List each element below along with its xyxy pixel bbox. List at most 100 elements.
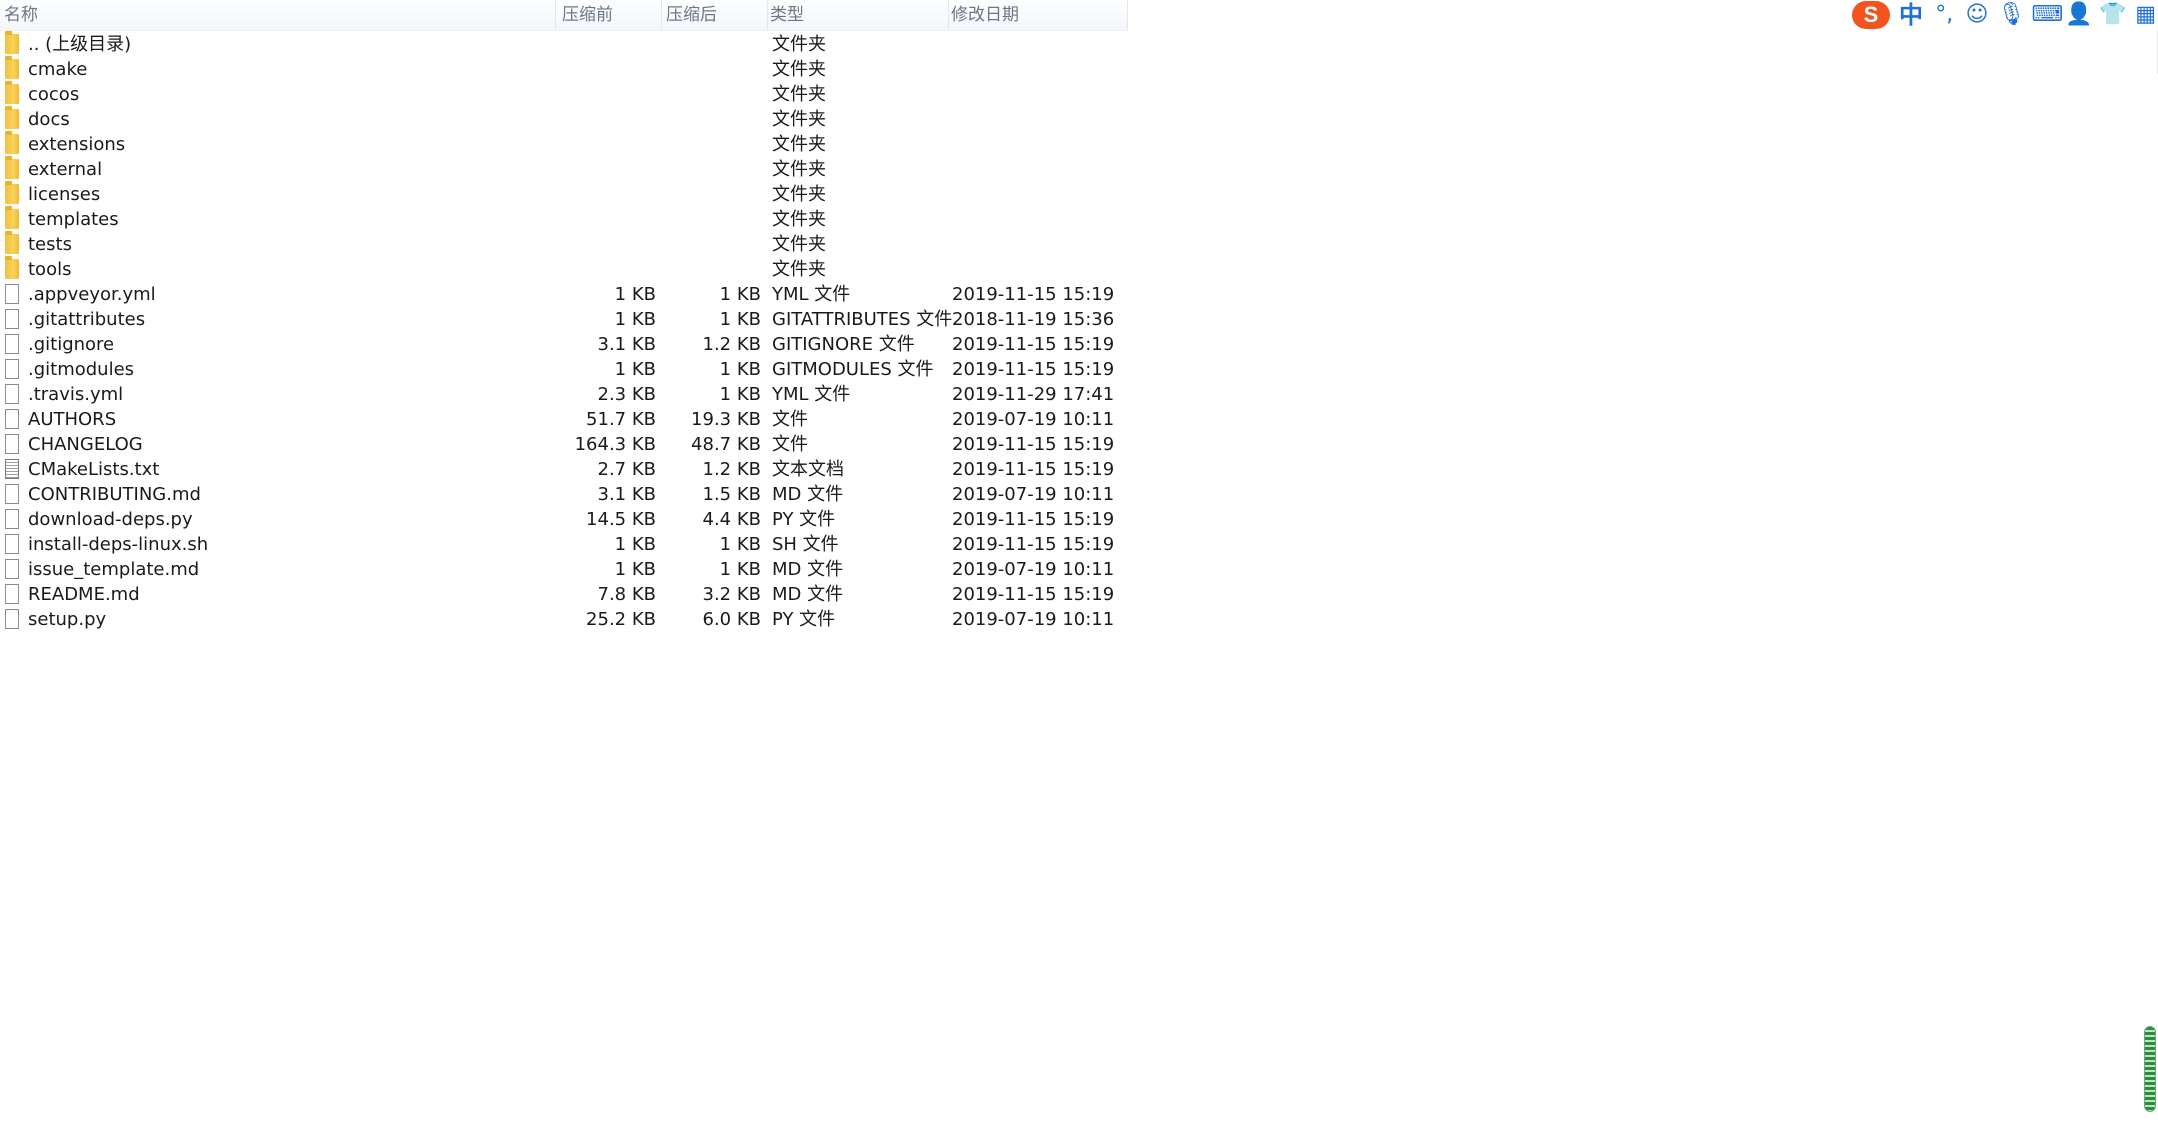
folder-row[interactable]: cocos 文件夹	[0, 81, 1128, 107]
column-header-size-after[interactable]: 压缩后	[662, 0, 768, 30]
row-modified: 2019-11-15 15:19	[952, 359, 1115, 380]
row-icon	[5, 256, 23, 280]
file-rows: .. (上级目录) 文件夹 cmake 文件夹 cocos 文件夹 docs 文件夹 exten…	[0, 31, 1128, 632]
file-icon	[5, 484, 19, 504]
file-row[interactable]: CONTRIBUTING.md 3.1 KB 1.5 KB MD 文件 2019-07-…	[0, 482, 1128, 507]
user-icon[interactable]: 👤	[2065, 1, 2092, 29]
folder-row[interactable]: tools 文件夹	[0, 256, 1128, 282]
row-modified: 2019-11-29 17:41	[952, 384, 1115, 405]
row-icon	[5, 181, 23, 205]
row-type: 文件夹	[772, 209, 826, 230]
row-modified: 2019-07-19 10:11	[952, 559, 1115, 580]
row-size-after	[662, 207, 761, 232]
row-size-before: 2.3 KB	[597, 384, 657, 405]
file-icon	[5, 334, 19, 354]
ime-mode-toggle[interactable]: 中	[1898, 1, 1924, 29]
row-size-after: 1 KB	[719, 284, 761, 305]
folder-row[interactable]: docs 文件夹	[0, 106, 1128, 132]
file-row[interactable]: README.md 7.8 KB 3.2 KB MD 文件 2019-11-15 15:…	[0, 582, 1128, 607]
file-icon	[5, 509, 19, 529]
row-size-after: 19.3 KB	[691, 409, 761, 430]
file-row[interactable]: .travis.yml 2.3 KB 1 KB YML 文件 2019-11-29 17…	[0, 382, 1128, 407]
file-row[interactable]: setup.py 25.2 KB 6.0 KB PY 文件 2019-07-19 10:…	[0, 607, 1128, 632]
folder-row[interactable]: external 文件夹	[0, 156, 1128, 182]
row-size-before: 25.2 KB	[586, 609, 656, 630]
folder-icon	[5, 81, 19, 104]
file-row[interactable]: CMakeLists.txt 2.7 KB 1.2 KB 文本文档 2019-11-15…	[0, 457, 1128, 482]
file-row[interactable]: install-deps-linux.sh 1 KB 1 KB SH 文件 2019-1…	[0, 532, 1128, 557]
microphone-icon[interactable]: 🎙	[1997, 1, 2025, 29]
row-size-before	[556, 32, 656, 57]
file-row[interactable]: .gitmodules 1 KB 1 KB GITMODULES 文件 2019-11-…	[0, 357, 1128, 382]
row-icon	[5, 609, 23, 630]
file-row[interactable]: CHANGELOG 164.3 KB 48.7 KB 文件 2019-11-15 15:…	[0, 432, 1128, 457]
row-size-after	[662, 132, 761, 157]
row-type: 文件	[772, 409, 808, 430]
toolbox-icon[interactable]: ▦	[2133, 1, 2158, 29]
folder-icon	[5, 231, 19, 254]
file-row[interactable]: download-deps.py 14.5 KB 4.4 KB PY 文件 2019-1…	[0, 507, 1128, 532]
row-size-before: 1 KB	[614, 359, 656, 380]
row-name: install-deps-linux.sh	[28, 534, 209, 555]
row-name: CONTRIBUTING.md	[28, 484, 201, 505]
row-size-after: 1.2 KB	[702, 334, 762, 355]
column-header-size-before[interactable]: 压缩前	[556, 0, 662, 30]
row-size-before	[556, 182, 656, 207]
folder-row[interactable]: templates 文件夹	[0, 206, 1128, 232]
skin-icon[interactable]: 👕	[2099, 1, 2126, 29]
row-name: docs	[28, 109, 70, 130]
column-header: 名称 压缩前 压缩后 类型 修改日期	[0, 0, 1128, 31]
row-size-after: 1 KB	[719, 309, 761, 330]
file-row[interactable]: .gitignore 3.1 KB 1.2 KB GITIGNORE 文件 2019-1…	[0, 332, 1128, 357]
row-size-before	[556, 107, 656, 132]
ime-punctuation-toggle[interactable]: °,	[1932, 1, 1957, 29]
keyboard-icon[interactable]: ⌨	[2031, 1, 2063, 29]
row-name: CMakeLists.txt	[28, 459, 160, 480]
folder-row[interactable]: extensions 文件夹	[0, 131, 1128, 157]
row-icon	[5, 334, 23, 355]
row-modified: 2019-07-19 10:11	[952, 409, 1115, 430]
column-header-type[interactable]: 类型	[768, 0, 949, 30]
row-icon	[5, 409, 23, 430]
sogou-logo-icon[interactable]: S	[1852, 1, 1890, 29]
row-name: .gitattributes	[28, 309, 146, 330]
file-icon	[5, 384, 19, 404]
row-type: 文件夹	[772, 59, 826, 80]
row-icon	[5, 484, 23, 505]
row-modified: 2019-11-15 15:19	[952, 584, 1115, 605]
folder-row[interactable]: .. (上级目录) 文件夹	[0, 31, 1128, 57]
row-type: 文件夹	[772, 109, 826, 130]
row-icon	[5, 81, 23, 105]
row-name: CHANGELOG	[28, 434, 143, 455]
row-size-after: 1 KB	[719, 559, 761, 580]
row-icon	[5, 206, 23, 230]
folder-icon	[5, 56, 19, 79]
file-row[interactable]: issue_template.md 1 KB 1 KB MD 文件 2019-07-19…	[0, 557, 1128, 582]
column-header-modified[interactable]: 修改日期	[949, 0, 1128, 30]
row-modified: 2019-07-19 10:11	[952, 484, 1115, 505]
row-size-after: 1 KB	[719, 534, 761, 555]
row-type: 文件夹	[772, 159, 826, 180]
row-type: 文件夹	[772, 234, 826, 255]
folder-row[interactable]: cmake 文件夹	[0, 56, 1128, 82]
file-row[interactable]: AUTHORS 51.7 KB 19.3 KB 文件 2019-07-19 10:11	[0, 407, 1128, 432]
row-size-after	[662, 157, 761, 182]
file-row[interactable]: .gitattributes 1 KB 1 KB GITATTRIBUTES 文件 20…	[0, 307, 1128, 332]
row-type: YML 文件	[772, 384, 851, 405]
row-size-before: 1 KB	[614, 559, 656, 580]
file-icon	[5, 284, 19, 304]
file-row[interactable]: .appveyor.yml 1 KB 1 KB YML 文件 2019-11-15 15…	[0, 282, 1128, 307]
emoji-icon[interactable]: ☺	[1965, 1, 1990, 29]
row-name: download-deps.py	[28, 509, 193, 530]
row-size-after: 48.7 KB	[691, 434, 761, 455]
row-type: GITMODULES 文件	[772, 359, 934, 380]
folder-row[interactable]: tests 文件夹	[0, 231, 1128, 257]
file-icon	[5, 609, 19, 629]
row-icon	[5, 284, 23, 305]
row-name: AUTHORS	[28, 409, 117, 430]
column-header-name[interactable]: 名称	[0, 0, 556, 30]
row-name: tests	[28, 234, 72, 255]
scroll-indicator[interactable]	[2144, 1026, 2156, 1112]
folder-row[interactable]: licenses 文件夹	[0, 181, 1128, 207]
row-modified: 2019-11-15 15:19	[952, 459, 1115, 480]
